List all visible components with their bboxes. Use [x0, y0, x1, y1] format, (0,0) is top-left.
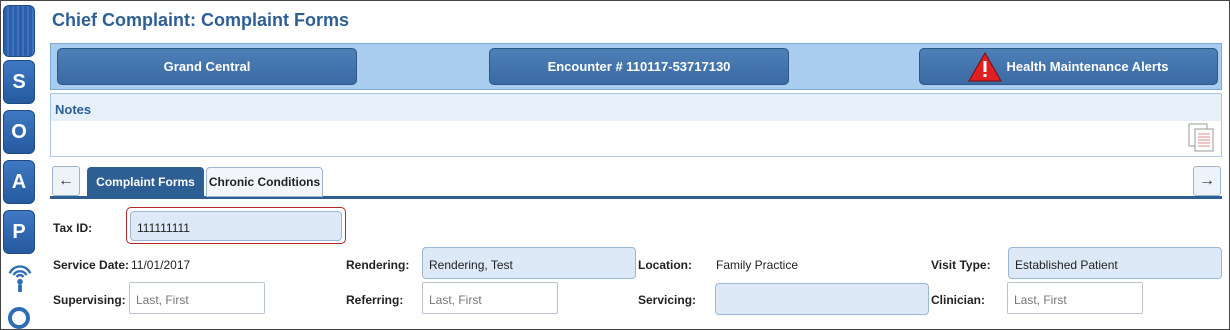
supervising-label: Supervising: [53, 293, 126, 307]
grand-central-button[interactable]: Grand Central [57, 48, 357, 85]
tab-bar: ← Complaint Forms Chronic Conditions → [50, 166, 1222, 199]
tab-complaint-forms[interactable]: Complaint Forms [87, 167, 204, 197]
notes-label: Notes [51, 94, 1221, 121]
rendering-field[interactable]: Rendering, Test [422, 247, 636, 279]
tab-scroll-right-button[interactable]: → [1193, 166, 1221, 196]
tax-id-label: Tax ID: [53, 221, 93, 235]
rail-button-p[interactable]: P [3, 210, 35, 254]
rail-button-a[interactable]: A [3, 160, 35, 204]
hamburger-icon[interactable] [3, 5, 35, 57]
service-date-value: 11/01/2017 [131, 258, 191, 272]
encounter-header-bar: Grand Central Encounter # 110117-5371713… [50, 43, 1222, 90]
arrow-left-icon: ← [58, 172, 74, 189]
document-icon[interactable] [1187, 122, 1215, 152]
tax-id-field[interactable]: 111111111 [130, 211, 342, 241]
soap-rail: S O A P [0, 0, 38, 330]
tab-chronic-conditions[interactable]: Chronic Conditions [206, 167, 323, 197]
search-icon[interactable] [6, 304, 34, 330]
service-date-label: Service Date: [53, 258, 130, 272]
visit-type-label: Visit Type: [931, 258, 991, 272]
clinician-label: Clinician: [931, 293, 986, 307]
health-maintenance-alerts-button[interactable]: Health Maintenance Alerts [919, 48, 1218, 85]
referring-field[interactable]: Last, First [422, 282, 558, 314]
supervising-field[interactable]: Last, First [129, 282, 265, 314]
page-title: Chief Complaint: Complaint Forms [52, 10, 349, 30]
rendering-label: Rendering: [346, 258, 410, 272]
rail-button-o[interactable]: O [3, 110, 35, 154]
arrow-right-icon: → [1199, 172, 1215, 189]
warning-icon [968, 51, 1003, 81]
wireless-device-icon[interactable] [6, 262, 34, 292]
rail-button-s[interactable]: S [3, 60, 35, 104]
referring-label: Referring: [346, 293, 404, 307]
visit-type-field[interactable]: Established Patient [1008, 247, 1222, 279]
servicing-field[interactable] [715, 283, 929, 315]
location-label: Location: [638, 258, 692, 272]
tab-scroll-left-button[interactable]: ← [52, 166, 80, 196]
location-value: Family Practice [716, 258, 799, 272]
encounter-button[interactable]: Encounter # 110117-53717130 [489, 48, 789, 85]
alerts-label: Health Maintenance Alerts [1006, 59, 1169, 74]
notes-panel: Notes [50, 93, 1222, 157]
clinician-field[interactable]: Last, First [1007, 282, 1143, 314]
servicing-label: Servicing: [638, 293, 697, 307]
